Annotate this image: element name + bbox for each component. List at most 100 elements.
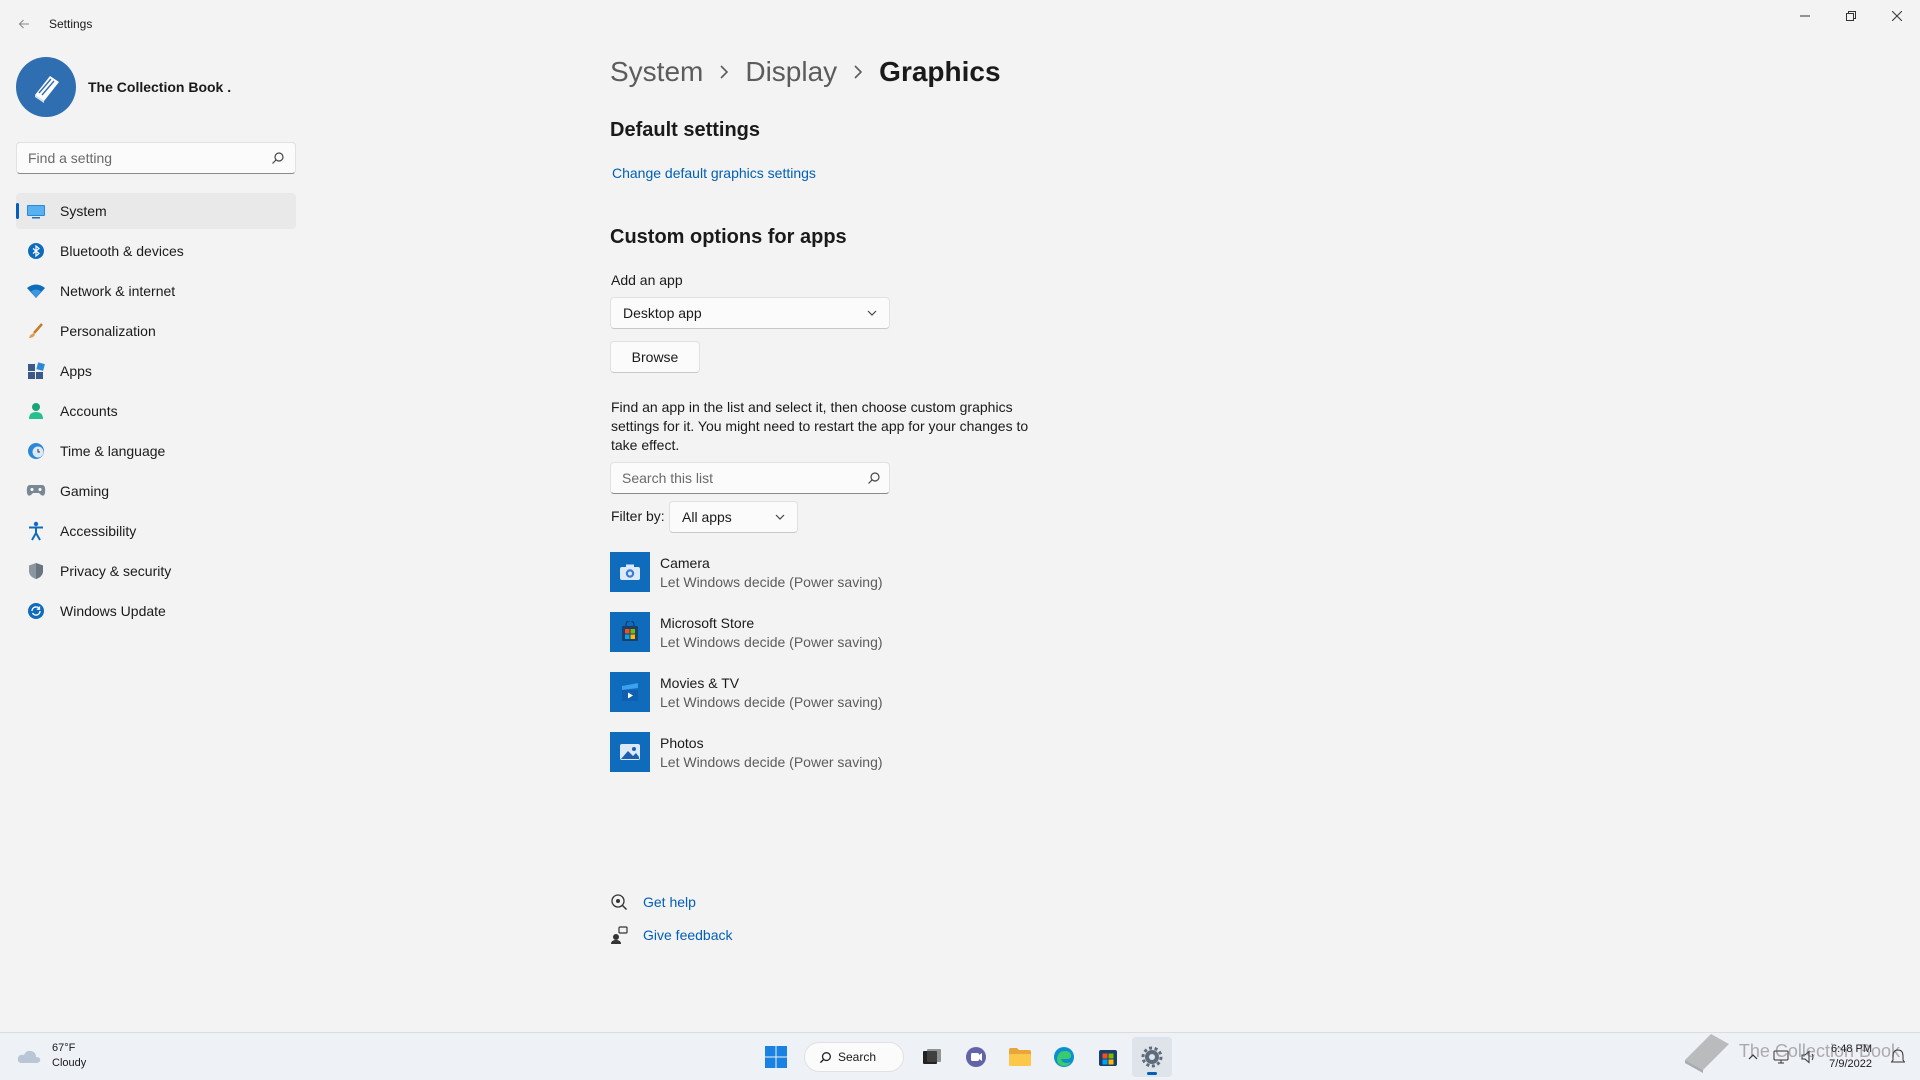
app-type-dropdown[interactable]: Desktop app bbox=[610, 297, 890, 329]
list-item-movies-tv[interactable]: Movies & TV Let Windows decide (Power sa… bbox=[610, 670, 1030, 714]
settings-window: Settings The Collection Book . Find a se… bbox=[0, 0, 1920, 1032]
list-item-photos[interactable]: Photos Let Windows decide (Power saving) bbox=[610, 730, 1030, 774]
list-search-input[interactable] bbox=[611, 463, 851, 493]
gamepad-icon bbox=[26, 481, 46, 501]
filter-selected: All apps bbox=[682, 509, 732, 525]
breadcrumb-display[interactable]: Display bbox=[745, 56, 837, 88]
app-name: Camera bbox=[660, 554, 710, 571]
search-icon bbox=[819, 1051, 831, 1063]
app-type-selected: Desktop app bbox=[623, 305, 702, 321]
custom-options-heading: Custom options for apps bbox=[610, 226, 847, 248]
accessibility-icon bbox=[26, 521, 46, 541]
update-icon bbox=[26, 601, 46, 621]
sidebar-item-label: Apps bbox=[60, 363, 92, 379]
folder-icon bbox=[1009, 1048, 1031, 1066]
taskbar-apps: Search bbox=[756, 1037, 1176, 1077]
find-setting-search[interactable] bbox=[16, 142, 296, 174]
app-gpu-status: Let Windows decide (Power saving) bbox=[660, 693, 883, 710]
minimize-icon bbox=[1800, 15, 1810, 17]
filter-label: Filter by: bbox=[611, 508, 665, 524]
sidebar-item-label: Windows Update bbox=[60, 603, 166, 619]
app-name: Microsoft Store bbox=[660, 614, 755, 631]
edge-browser-button[interactable] bbox=[1044, 1037, 1084, 1077]
sidebar-item-windows-update[interactable]: Windows Update bbox=[16, 593, 296, 629]
filter-dropdown[interactable]: All apps bbox=[669, 501, 798, 533]
wifi-icon bbox=[26, 281, 46, 301]
cloud-icon bbox=[17, 1050, 41, 1063]
brush-icon bbox=[26, 321, 46, 341]
task-view-button[interactable] bbox=[912, 1037, 952, 1077]
store-button[interactable] bbox=[1088, 1037, 1128, 1077]
change-default-graphics-link[interactable]: Change default graphics settings bbox=[612, 165, 816, 181]
profile[interactable]: The Collection Book . bbox=[16, 56, 296, 118]
sidebar-item-label: Privacy & security bbox=[60, 563, 172, 579]
windows-logo-icon bbox=[765, 1046, 787, 1068]
restore-button[interactable] bbox=[1828, 0, 1874, 32]
list-search-box[interactable] bbox=[610, 462, 890, 494]
app-gpu-status: Let Windows decide (Power saving) bbox=[660, 573, 883, 590]
chevron-down-icon bbox=[867, 310, 877, 316]
settings-taskbar-button[interactable] bbox=[1132, 1037, 1172, 1077]
sidebar-item-label: Time & language bbox=[60, 443, 166, 459]
sidebar-item-accounts[interactable]: Accounts bbox=[16, 393, 296, 429]
sidebar-item-bluetooth[interactable]: Bluetooth & devices bbox=[16, 233, 296, 269]
apps-icon bbox=[26, 361, 46, 381]
breadcrumb: System Display Graphics bbox=[610, 56, 1001, 88]
app-gpu-status: Let Windows decide (Power saving) bbox=[660, 753, 883, 770]
sidebar-item-apps[interactable]: Apps bbox=[16, 353, 296, 389]
give-feedback-link[interactable]: Give feedback bbox=[643, 927, 733, 943]
sidebar-item-gaming[interactable]: Gaming bbox=[16, 473, 296, 509]
search-icon bbox=[868, 472, 880, 484]
sidebar-item-personalization[interactable]: Personalization bbox=[16, 313, 296, 349]
photos-icon bbox=[610, 732, 650, 772]
book-icon bbox=[35, 76, 59, 103]
shield-icon bbox=[26, 561, 46, 581]
list-item-microsoft-store[interactable]: Microsoft Store Let Windows decide (Powe… bbox=[610, 610, 1030, 654]
sidebar-item-time-language[interactable]: Time & language bbox=[16, 433, 296, 469]
gear-icon bbox=[1141, 1046, 1163, 1068]
app-title: Settings bbox=[49, 17, 93, 31]
sidebar-item-privacy-security[interactable]: Privacy & security bbox=[16, 553, 296, 589]
file-explorer-button[interactable] bbox=[1000, 1037, 1040, 1077]
default-settings-heading: Default settings bbox=[610, 119, 761, 141]
feedback-icon bbox=[610, 926, 628, 944]
browse-button[interactable]: Browse bbox=[610, 341, 700, 373]
task-view-icon bbox=[923, 1049, 941, 1064]
minimize-button[interactable] bbox=[1782, 0, 1828, 32]
monitor-icon bbox=[26, 201, 46, 221]
back-button[interactable] bbox=[14, 14, 34, 34]
sidebar-item-label: Accounts bbox=[60, 403, 118, 419]
close-button[interactable] bbox=[1874, 0, 1920, 32]
sidebar-item-network[interactable]: Network & internet bbox=[16, 273, 296, 309]
find-setting-input[interactable] bbox=[17, 143, 257, 173]
avatar bbox=[16, 57, 76, 117]
edge-icon bbox=[1054, 1047, 1074, 1067]
profile-name: The Collection Book . bbox=[88, 79, 232, 95]
get-help-link[interactable]: Get help bbox=[643, 894, 696, 910]
start-button[interactable] bbox=[756, 1037, 796, 1077]
sidebar-item-system[interactable]: System bbox=[16, 193, 296, 229]
breadcrumb-system[interactable]: System bbox=[610, 56, 703, 88]
title-bar: Settings bbox=[0, 0, 1920, 48]
search-icon bbox=[272, 152, 284, 164]
camera-icon bbox=[610, 552, 650, 592]
app-name: Movies & TV bbox=[660, 674, 740, 691]
sidebar-item-accessibility[interactable]: Accessibility bbox=[16, 513, 296, 549]
teams-chat-button[interactable] bbox=[956, 1037, 996, 1077]
app-gpu-status: Let Windows decide (Power saving) bbox=[660, 633, 883, 650]
weather-desc: Cloudy bbox=[52, 1057, 87, 1069]
breadcrumb-graphics: Graphics bbox=[879, 56, 1001, 87]
taskbar-search[interactable]: Search bbox=[804, 1042, 904, 1072]
instructions-text: Find an app in the list and select it, t… bbox=[611, 399, 1029, 453]
sidebar-item-label: Personalization bbox=[60, 323, 156, 339]
list-item-camera[interactable]: Camera Let Windows decide (Power saving) bbox=[610, 550, 1030, 594]
app-name: Photos bbox=[660, 734, 704, 751]
clock-globe-icon bbox=[26, 441, 46, 461]
watermark: The Collection Book bbox=[1681, 1028, 1900, 1074]
give-feedback-row[interactable]: Give feedback bbox=[610, 926, 733, 944]
weather-widget[interactable]: 67°F Cloudy bbox=[16, 1041, 86, 1071]
movies-icon bbox=[610, 672, 650, 712]
get-help-row[interactable]: Get help bbox=[610, 893, 696, 911]
sidebar-item-label: System bbox=[60, 203, 107, 219]
sidebar-item-label: Accessibility bbox=[60, 523, 137, 539]
